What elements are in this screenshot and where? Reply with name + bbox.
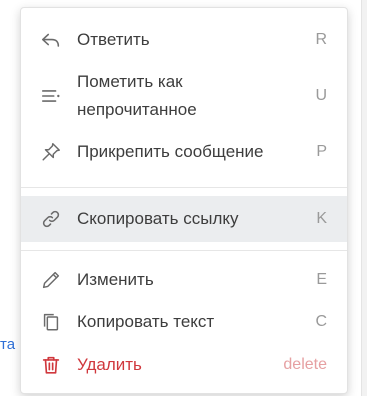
menu-item-edit[interactable]: Изменить E	[21, 259, 347, 301]
menu-item-copy-link[interactable]: Скопировать ссылку K	[21, 196, 347, 242]
background-text-fragment: та	[0, 336, 16, 353]
menu-item-reply[interactable]: Ответить R	[21, 12, 347, 68]
menu-item-label: Удалить	[77, 355, 142, 374]
menu-item-delete[interactable]: Удалить delete	[21, 343, 347, 387]
menu-item-pin[interactable]: Прикрепить сообщение P	[21, 124, 347, 180]
scrollbar-edge	[361, 0, 367, 396]
menu-item-label: Пометить как непрочитанное	[77, 72, 197, 119]
reply-icon	[39, 28, 63, 52]
menu-item-label: Прикрепить сообщение	[77, 142, 264, 161]
menu-item-label: Копировать текст	[77, 312, 215, 331]
menu-item-label: Скопировать ссылку	[77, 209, 239, 228]
context-menu: Ответить R Пометить как непрочитанное U	[20, 7, 348, 394]
shortcut-hint: delete	[283, 356, 327, 373]
shortcut-hint: C	[315, 313, 327, 330]
link-icon	[39, 207, 63, 231]
shortcut-hint: R	[315, 31, 327, 48]
shortcut-hint: P	[316, 143, 327, 160]
menu-item-label: Изменить	[77, 270, 154, 289]
pencil-icon	[39, 268, 63, 292]
mark-unread-icon	[39, 84, 63, 108]
menu-item-mark-unread[interactable]: Пометить как непрочитанное U	[21, 68, 347, 124]
trash-icon	[39, 353, 63, 377]
pin-icon	[39, 140, 63, 164]
page: та Ответить R Пометить как непрочитанное…	[0, 0, 367, 396]
copy-icon	[39, 310, 63, 334]
shortcut-hint: E	[316, 271, 327, 288]
menu-item-copy-text[interactable]: Копировать текст C	[21, 301, 347, 343]
shortcut-hint: K	[316, 210, 327, 227]
shortcut-hint: U	[315, 87, 327, 104]
menu-item-label: Ответить	[77, 30, 150, 49]
